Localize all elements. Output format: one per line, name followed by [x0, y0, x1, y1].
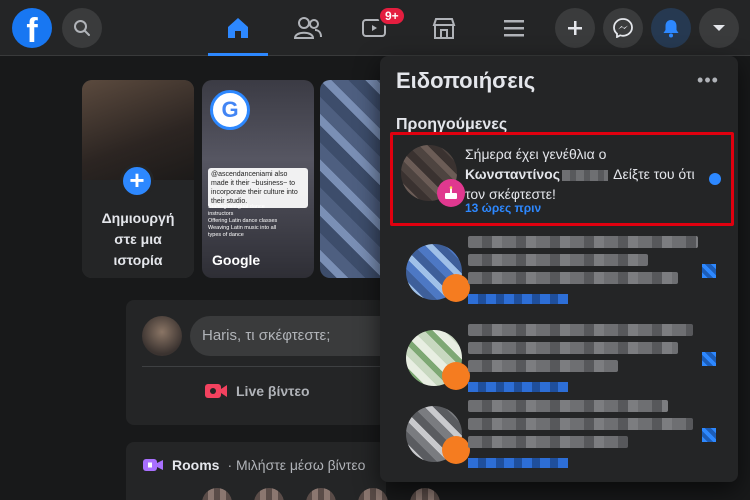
- blurred-time: [468, 382, 568, 392]
- rooms-avatars: [202, 488, 440, 500]
- live-video-icon: [205, 384, 227, 398]
- create-story-card[interactable]: Δημιουργή στε μια ιστορία +: [82, 80, 194, 278]
- rooms-video-icon: [143, 459, 163, 471]
- account-menu-button[interactable]: [699, 8, 739, 48]
- story-card-google[interactable]: G @ascendanceniami also made it their ~b…: [202, 80, 314, 278]
- notification-time: 13 ώρες πριν: [465, 201, 542, 215]
- home-icon: [228, 18, 248, 38]
- avatar[interactable]: [358, 488, 388, 500]
- notification-birthday[interactable]: Σήμερα έχει γενέθλια ο Κωνσταντίνος Δείξ…: [390, 132, 734, 226]
- unread-indicator: [702, 428, 716, 442]
- search-icon: [74, 20, 90, 36]
- friend-name: Κωνσταντίνος: [465, 166, 560, 182]
- watch-notification-badge: 9+: [378, 6, 406, 26]
- chevron-down-icon: [713, 25, 725, 31]
- messenger-button[interactable]: [603, 8, 643, 48]
- avatar[interactable]: [410, 488, 440, 500]
- tab-menu[interactable]: [484, 0, 544, 56]
- story-bullets: Staffing bilingual dance instructors Off…: [208, 204, 278, 238]
- plus-icon: [568, 21, 582, 35]
- blurred-time: [468, 294, 568, 304]
- notification-text: Σήμερα έχει γενέθλια ο Κωνσταντίνος Δείξ…: [465, 146, 695, 202]
- page-icon: [442, 436, 470, 464]
- blurred-text: [468, 342, 678, 354]
- notification-item[interactable]: [388, 320, 730, 400]
- google-logo-icon: G: [210, 90, 250, 130]
- blurred-text: [468, 254, 648, 266]
- more-options-icon[interactable]: •••: [690, 70, 726, 98]
- blurred-text: [468, 418, 693, 430]
- blurred-text: [468, 400, 668, 412]
- blurred-text: [468, 360, 618, 372]
- live-video-label: Live βίντεο: [236, 383, 310, 399]
- notification-item[interactable]: [388, 234, 730, 314]
- add-story-plus-icon[interactable]: +: [120, 164, 154, 198]
- blurred-text: [468, 236, 698, 248]
- blurred-text: [468, 436, 628, 448]
- story-author-name: Google: [212, 252, 261, 268]
- page-icon: [442, 274, 470, 302]
- unread-indicator: [702, 352, 716, 366]
- post-composer: Haris, τι σκέφτεστε; Live βίντεο: [126, 300, 400, 425]
- top-navigation-bar: f 9+: [0, 0, 750, 56]
- live-video-button[interactable]: Live βίντεο: [204, 382, 310, 400]
- tab-home[interactable]: [208, 0, 268, 56]
- blurred-text: [468, 324, 693, 336]
- facebook-logo[interactable]: f: [12, 8, 52, 48]
- avatar[interactable]: [306, 488, 336, 500]
- notifications-panel: Ειδοποιήσεις ••• Προηγούμενες Σήμερα έχε…: [380, 56, 738, 482]
- bell-icon: [663, 20, 679, 38]
- post-input[interactable]: Haris, τι σκέφτεστε;: [190, 316, 400, 356]
- tab-friends[interactable]: [278, 0, 338, 56]
- birthday-cake-icon: [437, 179, 465, 207]
- create-button[interactable]: [555, 8, 595, 48]
- divider: [142, 366, 386, 367]
- page-icon: [442, 362, 470, 390]
- tab-marketplace[interactable]: [414, 0, 474, 56]
- avatar[interactable]: [142, 316, 182, 356]
- messenger-icon: [613, 18, 633, 38]
- unread-indicator: [702, 264, 716, 278]
- rooms-section: Rooms · Μιλήστε μέσω βίντεο: [126, 442, 440, 500]
- rooms-title: Rooms · Μιλήστε μέσω βίντεο: [142, 457, 365, 473]
- tab-watch[interactable]: 9+: [344, 0, 406, 56]
- blurred-text: [468, 272, 678, 284]
- redacted-surname: [562, 169, 608, 181]
- blurred-time: [468, 458, 568, 468]
- friends-icon: [294, 17, 322, 39]
- store-icon: [432, 18, 456, 39]
- avatar[interactable]: [202, 488, 232, 500]
- unread-indicator: [709, 173, 721, 185]
- notifications-title: Ειδοποιήσεις: [396, 68, 536, 93]
- story-caption: @ascendanceniami also made it their ~bus…: [208, 168, 308, 208]
- notification-item[interactable]: [388, 396, 730, 476]
- search-button[interactable]: [62, 8, 102, 48]
- menu-icon: [504, 20, 524, 37]
- avatar[interactable]: [254, 488, 284, 500]
- notifications-button[interactable]: [651, 8, 691, 48]
